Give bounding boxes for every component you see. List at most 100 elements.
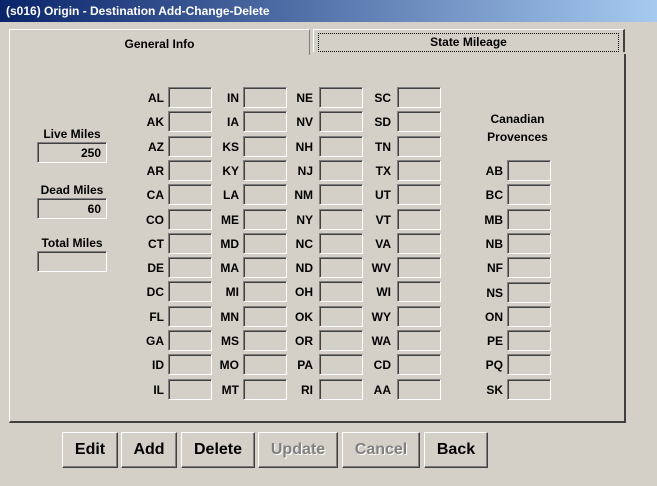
state-label-la: LA — [223, 188, 239, 202]
state-field-ca[interactable] — [168, 184, 212, 205]
state-field-ks[interactable] — [243, 136, 287, 157]
state-label-ok: OK — [295, 310, 313, 324]
state-field-mt[interactable] — [243, 379, 287, 400]
state-label-mt: MT — [221, 383, 239, 397]
state-field-sd[interactable] — [397, 111, 441, 132]
state-field-wv[interactable] — [397, 257, 441, 278]
tab-state-mileage[interactable]: State Mileage — [313, 29, 625, 52]
live-miles-label: Live Miles — [43, 127, 101, 141]
state-label-nh: NH — [295, 140, 313, 154]
state-field-ut[interactable] — [397, 184, 441, 205]
province-label-pq: PQ — [485, 358, 503, 372]
state-field-me[interactable] — [243, 209, 287, 230]
cancel-button[interactable]: Cancel — [342, 432, 420, 468]
province-field-pq[interactable] — [507, 354, 551, 375]
state-field-ga[interactable] — [168, 330, 212, 351]
total-miles-field[interactable] — [37, 251, 107, 272]
state-field-va[interactable] — [397, 233, 441, 254]
state-field-ri[interactable] — [319, 379, 363, 400]
state-field-nc[interactable] — [319, 233, 363, 254]
state-field-tx[interactable] — [397, 160, 441, 181]
state-label-ca: CA — [146, 188, 164, 202]
province-label-bc: BC — [485, 188, 503, 202]
state-field-nm[interactable] — [319, 184, 363, 205]
state-label-nm: NM — [294, 188, 313, 202]
state-label-nv: NV — [296, 115, 313, 129]
province-field-mb[interactable] — [507, 209, 551, 230]
state-label-tn: TN — [375, 140, 391, 154]
state-label-wa: WA — [371, 334, 391, 348]
state-field-cd[interactable] — [397, 354, 441, 375]
state-field-dc[interactable] — [168, 281, 212, 302]
state-field-al[interactable] — [168, 87, 212, 108]
province-field-bc[interactable] — [507, 184, 551, 205]
delete-button[interactable]: Delete — [181, 432, 255, 468]
state-label-fl: FL — [149, 310, 164, 324]
state-field-la[interactable] — [243, 184, 287, 205]
province-label-mb: MB — [484, 213, 503, 227]
state-label-ct: CT — [148, 237, 164, 251]
state-field-pa[interactable] — [319, 354, 363, 375]
state-field-mi[interactable] — [243, 281, 287, 302]
state-label-il: IL — [153, 383, 164, 397]
state-label-ks: KS — [222, 140, 239, 154]
state-field-ky[interactable] — [243, 160, 287, 181]
state-label-ak: AK — [146, 115, 164, 129]
state-field-aa[interactable] — [397, 379, 441, 400]
state-field-nj[interactable] — [319, 160, 363, 181]
state-field-ar[interactable] — [168, 160, 212, 181]
province-field-ab[interactable] — [507, 160, 551, 181]
state-field-tn[interactable] — [397, 136, 441, 157]
state-field-sc[interactable] — [397, 87, 441, 108]
state-field-az[interactable] — [168, 136, 212, 157]
province-field-on[interactable] — [507, 306, 551, 327]
state-label-ut: UT — [375, 188, 391, 202]
add-button[interactable]: Add — [121, 432, 177, 468]
state-field-mn[interactable] — [243, 306, 287, 327]
state-field-nh[interactable] — [319, 136, 363, 157]
dead-miles-field[interactable]: 60 — [37, 198, 107, 219]
state-field-wa[interactable] — [397, 330, 441, 351]
state-field-wy[interactable] — [397, 306, 441, 327]
state-field-il[interactable] — [168, 379, 212, 400]
province-field-pe[interactable] — [507, 330, 551, 351]
state-field-fl[interactable] — [168, 306, 212, 327]
province-label-nf: NF — [487, 261, 503, 275]
state-label-nc: NC — [295, 237, 313, 251]
state-field-id[interactable] — [168, 354, 212, 375]
state-field-oh[interactable] — [319, 281, 363, 302]
state-field-ak[interactable] — [168, 111, 212, 132]
live-miles-field[interactable]: 250 — [37, 142, 107, 163]
update-button[interactable]: Update — [258, 432, 338, 468]
state-field-wi[interactable] — [397, 281, 441, 302]
state-label-wy: WY — [371, 310, 391, 324]
state-field-in[interactable] — [243, 87, 287, 108]
state-field-nv[interactable] — [319, 111, 363, 132]
province-field-ns[interactable] — [507, 282, 551, 303]
state-label-in: IN — [227, 91, 239, 105]
state-field-ma[interactable] — [243, 257, 287, 278]
canadian-title-line2: Provences — [487, 130, 548, 144]
state-field-ms[interactable] — [243, 330, 287, 351]
province-field-sk[interactable] — [507, 379, 551, 400]
state-field-co[interactable] — [168, 209, 212, 230]
state-field-md[interactable] — [243, 233, 287, 254]
state-field-ok[interactable] — [319, 306, 363, 327]
state-field-ct[interactable] — [168, 233, 212, 254]
state-field-ny[interactable] — [319, 209, 363, 230]
state-label-ne: NE — [296, 91, 313, 105]
province-field-nb[interactable] — [507, 233, 551, 254]
back-button[interactable]: Back — [424, 432, 488, 468]
state-field-ne[interactable] — [319, 87, 363, 108]
state-label-oh: OH — [295, 285, 313, 299]
state-field-ia[interactable] — [243, 111, 287, 132]
state-field-or[interactable] — [319, 330, 363, 351]
tab-general-info[interactable]: General Info — [9, 29, 310, 55]
state-label-az: AZ — [148, 140, 164, 154]
state-field-mo[interactable] — [243, 354, 287, 375]
state-field-nd[interactable] — [319, 257, 363, 278]
state-field-de[interactable] — [168, 257, 212, 278]
edit-button[interactable]: Edit — [62, 432, 118, 468]
state-field-vt[interactable] — [397, 209, 441, 230]
province-field-nf[interactable] — [507, 257, 551, 278]
